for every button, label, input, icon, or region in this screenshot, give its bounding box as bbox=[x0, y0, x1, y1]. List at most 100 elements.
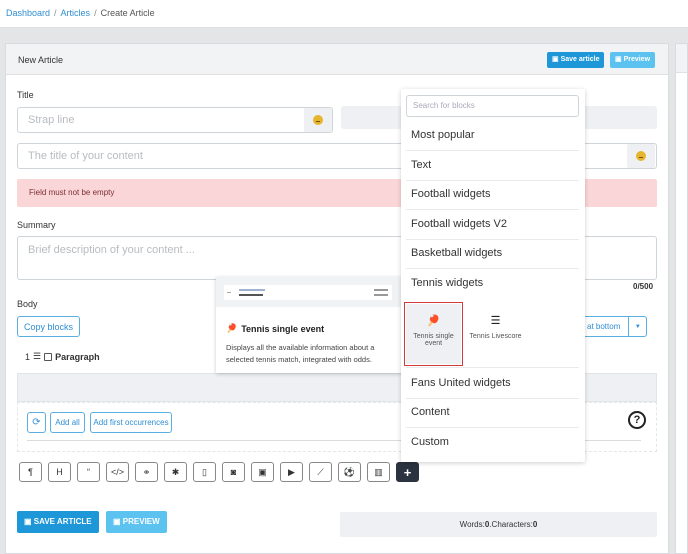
preview-description: Displays all the available information a… bbox=[226, 343, 375, 364]
category-fans-united-widgets[interactable]: Fans United widgets bbox=[406, 369, 579, 399]
category-basketball-widgets[interactable]: Basketball widgets bbox=[406, 239, 579, 269]
strap-line-input[interactable]: Strap line bbox=[17, 107, 333, 133]
characters-value: 0 bbox=[532, 520, 538, 529]
category-tennis-widgets[interactable]: Tennis widgets bbox=[406, 269, 579, 299]
code-block-button[interactable]: </> bbox=[106, 462, 129, 482]
paragraph-label: Paragraph bbox=[55, 351, 100, 362]
add-first-occurrences-button[interactable]: Add first occurrences bbox=[90, 412, 172, 433]
paragraph-block-button[interactable]: ¶ bbox=[19, 462, 42, 482]
preview-title-text: Tennis single event bbox=[241, 323, 325, 334]
football-block-button[interactable]: ⚽ bbox=[338, 462, 361, 482]
tennis-single-event-label: Tennis single event bbox=[413, 333, 454, 347]
quote-block-button[interactable]: “ bbox=[77, 462, 100, 482]
breadcrumb-separator: / bbox=[94, 8, 97, 18]
copy-blocks-button[interactable]: Copy blocks bbox=[17, 316, 80, 337]
preview-button[interactable]: ▣ Preview bbox=[610, 52, 656, 68]
image-block-button[interactable]: ▣ bbox=[251, 462, 274, 482]
refresh-button[interactable]: ⟳ bbox=[27, 412, 46, 433]
block-search-input[interactable]: Search for blocks bbox=[406, 95, 579, 117]
add-all-button[interactable]: Add all bbox=[50, 412, 85, 433]
document-icon: ▯ bbox=[202, 466, 207, 477]
footer-save-article-button[interactable]: ▣ SAVE ARTICLE bbox=[17, 511, 99, 533]
title-placeholder: The title of your content bbox=[28, 150, 143, 162]
breadcrumb-current: Create Article bbox=[100, 8, 155, 18]
play-icon: ▶ bbox=[288, 466, 295, 477]
tennis-racket-icon: 🏓 bbox=[226, 323, 238, 333]
link-block-button[interactable]: ⚭ bbox=[135, 462, 158, 482]
document-block-button[interactable]: ▯ bbox=[193, 462, 216, 482]
summary-counter: 0/500 bbox=[633, 282, 654, 291]
tennis-single-event-tile[interactable]: 🏓 Tennis single event bbox=[404, 302, 463, 366]
strap-emoji-button[interactable] bbox=[304, 108, 332, 132]
breadcrumb-separator: / bbox=[54, 8, 57, 18]
drag-handle-icon[interactable]: ☰ bbox=[33, 351, 41, 362]
refresh-icon: ⟳ bbox=[32, 417, 41, 428]
category-most-popular[interactable]: Most popular bbox=[406, 121, 579, 151]
chart-block-button[interactable]: ⟋ bbox=[309, 462, 332, 482]
category-football-widgets[interactable]: Football widgets bbox=[406, 180, 579, 210]
card-header: New Article ▣ Save article ▣ Preview bbox=[6, 44, 668, 75]
image-icon: ▣ bbox=[258, 466, 267, 477]
card-title: New Article bbox=[18, 55, 64, 65]
top-bar: Dashboard / Articles / Create Article bbox=[0, 0, 688, 28]
heading-icon: H bbox=[56, 467, 63, 477]
insert-dropdown-toggle[interactable]: ▼ bbox=[629, 316, 648, 337]
preview-thumbnail-area bbox=[216, 277, 403, 307]
footer-save-label: SAVE ARTICLE bbox=[33, 517, 92, 526]
code-icon: </> bbox=[110, 467, 124, 477]
words-label: Words: bbox=[459, 520, 485, 529]
preview-thumbnail bbox=[224, 285, 392, 300]
breadcrumb-dashboard[interactable]: Dashboard bbox=[6, 8, 50, 18]
title-label: Title bbox=[17, 90, 34, 100]
tennis-widgets-list: 🏓 Tennis single event ☰ Tennis Livescore bbox=[404, 301, 579, 368]
livescore-list-icon: ☰ bbox=[490, 315, 501, 327]
paragraph-checkbox[interactable] bbox=[44, 352, 53, 361]
line-chart-icon: ⟋ bbox=[317, 466, 324, 477]
tennis-livescore-tile[interactable]: ☰ Tennis Livescore bbox=[468, 304, 523, 364]
asterisk-icon: ✱ bbox=[171, 466, 180, 477]
paragraph-icon: ¶ bbox=[28, 467, 33, 477]
camera-block-button[interactable]: ◙ bbox=[222, 462, 245, 482]
footer-preview-label: PREVIEW bbox=[122, 517, 160, 526]
summary-label: Summary bbox=[17, 220, 56, 230]
word-counter: Words: 0 .Characters: 0 bbox=[340, 512, 657, 537]
smiley-icon bbox=[636, 151, 646, 161]
caret-down-icon: ▼ bbox=[634, 323, 641, 330]
title-emoji-button[interactable] bbox=[627, 144, 655, 168]
help-icon[interactable]: ? bbox=[628, 411, 646, 429]
preview-title: 🏓 Tennis single event bbox=[226, 323, 324, 334]
block-index: 1 bbox=[25, 351, 31, 362]
tennis-racket-icon: 🏓 bbox=[426, 315, 441, 327]
block-toolbar: ¶ H “ </> ⚭ ✱ ▯ ◙ ▣ ▶ ⟋ ⚽ ▥ + bbox=[19, 462, 419, 482]
add-block-button[interactable]: + bbox=[396, 462, 419, 482]
save-article-label: Save article bbox=[560, 56, 600, 63]
save-icon: ▣ bbox=[24, 517, 32, 526]
block-search-placeholder: Search for blocks bbox=[413, 101, 475, 110]
characters-label: .Characters: bbox=[489, 520, 533, 529]
category-text[interactable]: Text bbox=[406, 151, 579, 181]
category-football-widgets-v2[interactable]: Football widgets V2 bbox=[406, 210, 579, 240]
smiley-icon bbox=[313, 115, 323, 125]
football-icon: ⚽ bbox=[343, 466, 356, 477]
block-picker-dropdown: Search for blocks Most popular Text Foot… bbox=[401, 89, 585, 462]
preview-label: Preview bbox=[623, 56, 651, 63]
side-card bbox=[675, 43, 688, 554]
breadcrumb-articles[interactable]: Articles bbox=[61, 8, 91, 18]
strap-line-placeholder: Strap line bbox=[28, 114, 75, 126]
paragraph-block-header: 1 ☰ Paragraph bbox=[25, 351, 100, 362]
tennis-livescore-label: Tennis Livescore bbox=[469, 333, 522, 340]
category-custom[interactable]: Custom bbox=[406, 428, 579, 458]
quote-icon: “ bbox=[87, 467, 90, 477]
preview-icon: ▣ bbox=[113, 517, 121, 526]
video-block-button[interactable]: ▶ bbox=[280, 462, 303, 482]
save-article-button[interactable]: ▣ Save article bbox=[547, 52, 605, 68]
asterisk-block-button[interactable]: ✱ bbox=[164, 462, 187, 482]
link-icon: ⚭ bbox=[142, 466, 151, 477]
stats-block-button[interactable]: ▥ bbox=[367, 462, 390, 482]
block-preview-card: 🏓 Tennis single event Displays all the a… bbox=[216, 277, 403, 373]
plus-icon: + bbox=[403, 464, 412, 480]
camera-icon: ◙ bbox=[230, 467, 237, 477]
heading-block-button[interactable]: H bbox=[48, 462, 71, 482]
footer-preview-button[interactable]: ▣ PREVIEW bbox=[106, 511, 167, 533]
category-content[interactable]: Content bbox=[406, 398, 579, 428]
